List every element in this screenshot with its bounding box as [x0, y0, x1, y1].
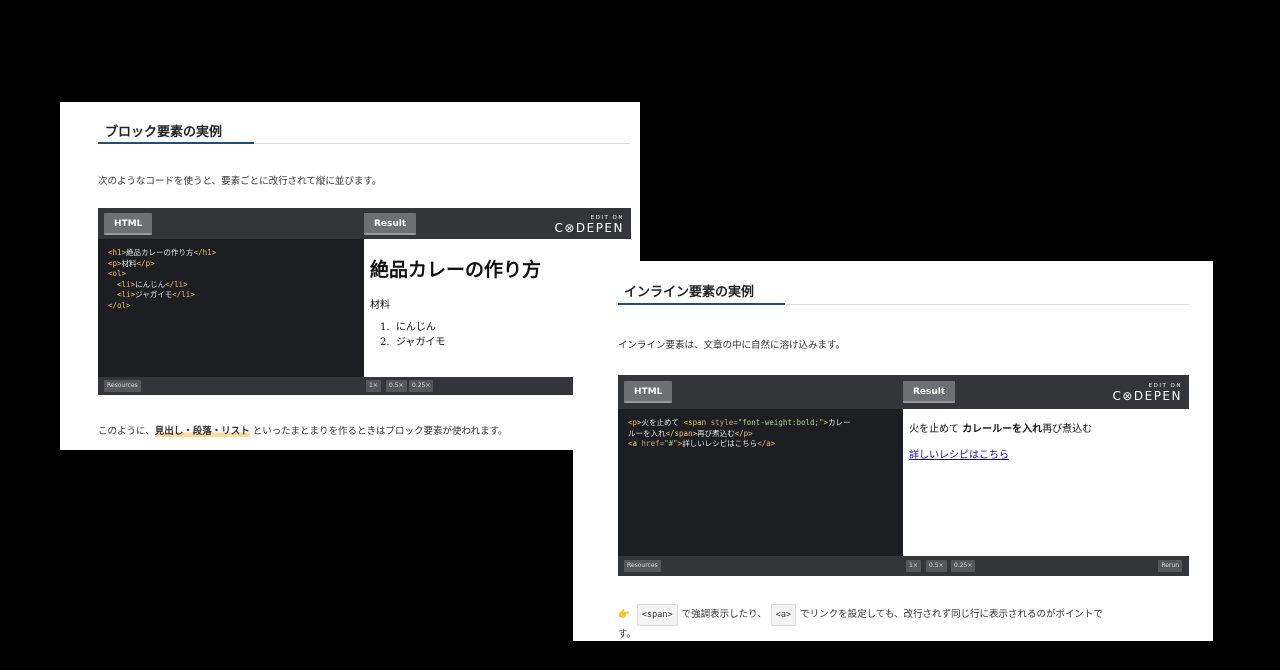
list-item: 2. ジャガイモ	[380, 337, 446, 348]
html-tab[interactable]: HTML	[624, 381, 673, 403]
result-paragraph: 材料	[370, 300, 390, 311]
zoom-1x-button[interactable]: 1×	[906, 560, 921, 572]
zoom-half-button[interactable]: 0.5×	[386, 380, 407, 392]
code-line: </ol>	[108, 300, 131, 310]
heading-accent	[618, 303, 785, 305]
span-code-chip: <span>	[636, 604, 678, 626]
code-line: <p>火を止めて <span style="font-weight:bold;"…	[628, 418, 851, 427]
zoom-quarter-button[interactable]: 0.25×	[409, 380, 434, 392]
intro-text: インライン要素は、文章の中に自然に溶け込みます。	[618, 340, 846, 351]
code-line: <p>材料</p>	[108, 258, 155, 268]
codepen-logo[interactable]: EDIT ON C⊗DEPEN	[1112, 382, 1182, 403]
html-tab[interactable]: HTML	[104, 213, 153, 235]
result-ordered-list: 1. にんじん 2. ジャガイモ	[380, 320, 445, 350]
a-code-chip: <a>	[770, 604, 797, 626]
codepen-embed: HTML Result EDIT ON C⊗DEPEN <p>火を止めて <sp…	[618, 375, 1189, 576]
list-item: 1. にんじん	[380, 322, 436, 333]
code-line: <li>ジャガイモ</li>	[108, 290, 195, 299]
html-code: <h1>絶品カレーの作り方</h1> <p>材料</p> <ol> <li>にんじん…	[98, 239, 364, 377]
code-line: ルーを入れ</span>再び煮込む</p>	[628, 428, 753, 438]
zoom-1x-button[interactable]: 1×	[366, 380, 381, 392]
bold-span: カレールーを入れ	[962, 424, 1043, 435]
resources-button[interactable]: Resources	[104, 380, 141, 392]
pen-header: HTML Result EDIT ON C⊗DEPEN	[98, 208, 631, 239]
recipe-link[interactable]: 詳しいレシピはこちら	[909, 446, 1009, 461]
result-tab[interactable]: Result	[364, 213, 417, 235]
pen-footer: Resources 1× 0.5× 0.25×	[98, 377, 631, 395]
code-line: <ol>	[108, 269, 127, 278]
code-line: <li>にんじん</li>	[108, 279, 188, 289]
block-elements-card: ブロック要素の実例 次のようなコードを使うと、要素ごとに改行されて縦に並びます。…	[60, 102, 640, 450]
rerun-button[interactable]: Rerun	[1158, 560, 1182, 572]
resources-button[interactable]: Resources	[624, 560, 661, 572]
result-pane: 火を止めて カレールーを入れ再び煮込む 詳しいレシピはこちら	[903, 409, 1189, 558]
zoom-half-button[interactable]: 0.5×	[926, 560, 947, 572]
inline-elements-card: インライン要素の実例 インライン要素は、文章の中に自然に溶け込みます。 HTML…	[573, 261, 1213, 641]
codepen-embed: HTML Result EDIT ON C⊗DEPEN <h1>絶品カレーの作り…	[98, 208, 631, 395]
result-tab[interactable]: Result	[903, 381, 956, 403]
highlight-text: 見出し・段落・リスト	[154, 426, 250, 437]
pen-header: HTML Result EDIT ON C⊗DEPEN	[618, 375, 1189, 409]
outro-text: このように、見出し・段落・リスト といったまとまりを作るときはブロック要素が使わ…	[98, 426, 508, 437]
section-heading: インライン要素の実例	[624, 285, 755, 300]
result-heading: 絶品カレーの作り方	[370, 259, 542, 281]
pointing-hand-icon: 👉	[618, 609, 630, 620]
result-paragraph: 火を止めて カレールーを入れ再び煮込む	[909, 424, 1093, 435]
html-code: <p>火を止めて <span style="font-weight:bold;"…	[618, 409, 903, 558]
intro-text: 次のようなコードを使うと、要素ごとに改行されて縦に並びます。	[98, 176, 382, 187]
zoom-quarter-button[interactable]: 0.25×	[951, 560, 976, 572]
codepen-logo[interactable]: EDIT ON C⊗DEPEN	[554, 214, 624, 235]
code-line: <h1>絶品カレーの作り方</h1>	[108, 248, 217, 257]
note-text: 👉 <span> で強調表示したり、 <a> でリンクを設定しても、改行されず同じ行に…	[618, 604, 1103, 641]
section-heading: ブロック要素の実例	[105, 125, 223, 140]
pen-footer: Resources 1× 0.5× 0.25× Rerun	[618, 556, 1189, 576]
code-line: <a href="#">詳しいレシピはこちら</a>	[628, 439, 776, 448]
heading-accent	[98, 142, 254, 144]
